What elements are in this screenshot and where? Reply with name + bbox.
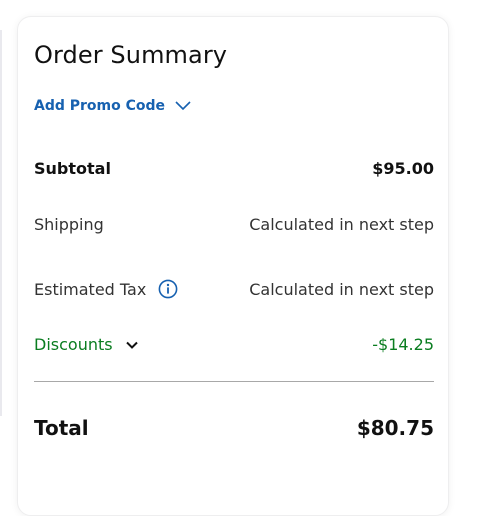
estimated-tax-label: Estimated Tax (34, 279, 147, 299)
estimated-tax-label-group: Estimated Tax (34, 279, 178, 299)
summary-divider (34, 381, 434, 382)
estimated-tax-value: Calculated in next step (249, 279, 434, 299)
chevron-down-icon[interactable] (175, 98, 191, 114)
total-label: Total (34, 416, 89, 440)
add-promo-code-label[interactable]: Add Promo Code (34, 98, 165, 114)
discounts-label[interactable]: Discounts (34, 335, 113, 354)
discounts-row[interactable]: Discounts -$14.25 (34, 335, 434, 354)
shipping-value: Calculated in next step (249, 215, 434, 234)
subtotal-value: $95.00 (372, 159, 434, 178)
order-summary-title: Order Summary (34, 41, 228, 69)
discounts-label-group[interactable]: Discounts (34, 335, 139, 354)
subtotal-label: Subtotal (34, 159, 111, 178)
discounts-value: -$14.25 (372, 335, 434, 354)
add-promo-code-toggle[interactable]: Add Promo Code (34, 98, 191, 114)
info-icon[interactable] (158, 279, 178, 299)
subtotal-row: Subtotal $95.00 (34, 159, 434, 178)
order-summary-card: Order Summary Add Promo Code Subtotal $9… (17, 16, 449, 516)
chevron-down-icon[interactable] (125, 338, 139, 352)
total-value: $80.75 (356, 416, 434, 440)
shipping-row: Shipping Calculated in next step (34, 215, 434, 234)
shipping-label: Shipping (34, 215, 104, 234)
total-row: Total $80.75 (34, 416, 434, 440)
adjacent-panel-edge (0, 30, 2, 416)
estimated-tax-row: Estimated Tax Calculated in next step (34, 279, 434, 299)
